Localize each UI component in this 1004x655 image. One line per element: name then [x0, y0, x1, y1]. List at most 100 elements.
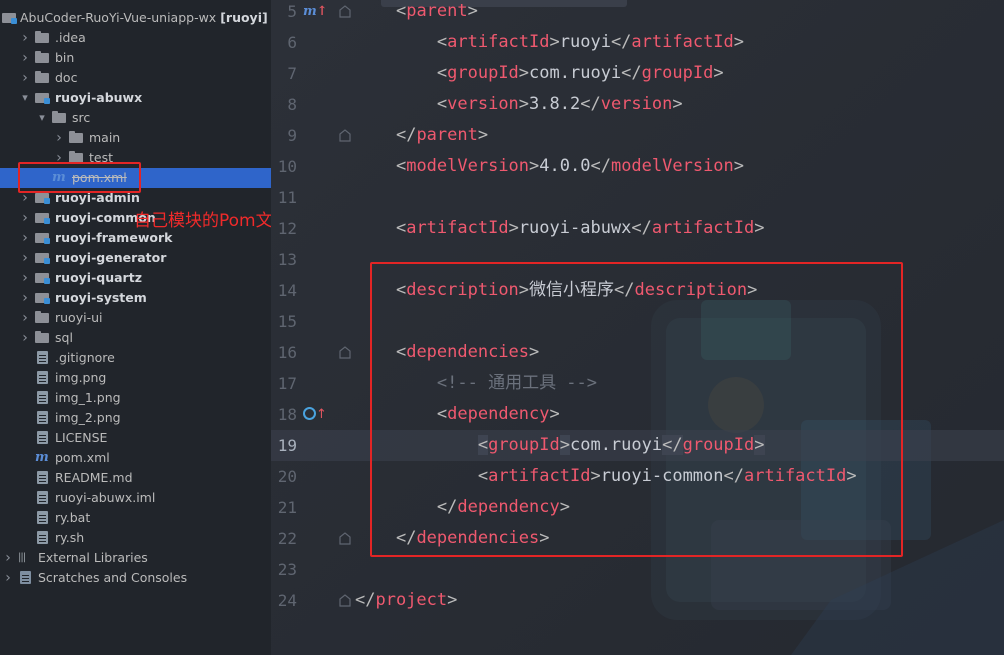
- fold-marker-icon[interactable]: [339, 532, 351, 545]
- project-tree-panel: AbuCoder-RuoYi-Vue-uniapp-wx [ruoyi] E: …: [0, 0, 271, 655]
- chevron-right-icon[interactable]: ›: [2, 568, 14, 588]
- xml-tag-name: version: [600, 94, 673, 114]
- tree-item-ruoyi-system[interactable]: › ruoyi-system: [0, 288, 271, 308]
- tree-item-img-png[interactable]: img.png: [0, 368, 271, 388]
- code-line[interactable]: 11: [271, 182, 1004, 213]
- chevron-right-icon[interactable]: ›: [2, 548, 14, 568]
- line-number: 5: [287, 2, 297, 21]
- folder-icon: [35, 31, 51, 45]
- tree-item-label: bin: [55, 50, 75, 65]
- tree-item-sql[interactable]: › sql: [0, 328, 271, 348]
- code-line[interactable]: 10 <modelVersion>4.0.0</modelVersion>: [271, 151, 1004, 182]
- xml-bracket: </: [610, 32, 632, 52]
- tree-item-bin[interactable]: › bin: [0, 48, 271, 68]
- chevron-down-icon[interactable]: ▾: [36, 108, 48, 128]
- xml-bracket: >: [477, 125, 489, 145]
- tree-item-label: External Libraries: [38, 550, 148, 565]
- tree-item-label: doc: [55, 70, 78, 85]
- tree-item-label: ruoyi-abuwx: [55, 90, 143, 105]
- tree-item-readme-md[interactable]: README.md: [0, 468, 271, 488]
- tree-item-scratches-and-consoles[interactable]: › Scratches and Consoles: [0, 568, 271, 588]
- tree-item-ruoyi-framework[interactable]: › ruoyi-framework: [0, 228, 271, 248]
- xml-text-value: ruoyi: [559, 32, 611, 52]
- code-text[interactable]: <artifactId>ruoyi</artifactId>: [355, 27, 744, 58]
- code-line[interactable]: 7 <groupId>com.ruoyi</groupId>: [271, 58, 1004, 89]
- tree-item-ruoyi-quartz[interactable]: › ruoyi-quartz: [0, 268, 271, 288]
- chevron-right-icon[interactable]: ›: [53, 128, 65, 148]
- tree-item-label: ruoyi-system: [55, 290, 147, 305]
- tree-item-label: .gitignore: [55, 350, 115, 365]
- xml-text-value: com.ruoyi: [529, 63, 622, 83]
- maven-parent-gutter-icon[interactable]: m↑: [303, 2, 328, 22]
- chevron-right-icon[interactable]: ›: [19, 208, 31, 228]
- code-text[interactable]: <version>3.8.2</version>: [355, 89, 683, 120]
- dependency-gutter-icon[interactable]: ↑: [303, 405, 327, 425]
- code-line[interactable]: 9 </parent>: [271, 120, 1004, 151]
- tree-item--idea[interactable]: › .idea: [0, 28, 271, 48]
- chevron-right-icon[interactable]: ›: [19, 308, 31, 328]
- tree-item-img-1-png[interactable]: img_1.png: [0, 388, 271, 408]
- code-text[interactable]: <groupId>com.ruoyi</groupId>: [355, 58, 724, 89]
- chevron-right-icon[interactable]: ›: [19, 48, 31, 68]
- xml-tag-name: modelVersion: [610, 156, 734, 176]
- fold-marker-icon[interactable]: [339, 594, 351, 607]
- tree-item-license[interactable]: LICENSE: [0, 428, 271, 448]
- xml-bracket: >: [733, 32, 745, 52]
- code-line[interactable]: 5 m↑ <parent>: [271, 0, 1004, 27]
- tree-root-row[interactable]: AbuCoder-RuoYi-Vue-uniapp-wx [ruoyi] E:: [0, 8, 271, 28]
- folder-icon: [35, 331, 51, 345]
- tree-item-doc[interactable]: › doc: [0, 68, 271, 88]
- code-text[interactable]: </parent>: [355, 120, 488, 151]
- xml-bracket: >: [733, 156, 745, 176]
- code-text[interactable]: <parent>: [355, 0, 478, 27]
- root-module-name: [ruoyi]: [220, 10, 268, 25]
- chevron-right-icon[interactable]: ›: [19, 68, 31, 88]
- line-number: 10: [277, 157, 297, 176]
- module-folder-icon: [35, 191, 51, 205]
- tree-item-ruoyi-abuwx-iml[interactable]: ruoyi-abuwx.iml: [0, 488, 271, 508]
- tree-item-label: ruoyi-framework: [55, 230, 173, 245]
- tree-item-ruoyi-generator[interactable]: › ruoyi-generator: [0, 248, 271, 268]
- xml-bracket: >: [713, 63, 724, 83]
- tree-item-main[interactable]: › main: [0, 128, 271, 148]
- code-line[interactable]: 8 <version>3.8.2</version>: [271, 89, 1004, 120]
- tree-item-ry-bat[interactable]: ry.bat: [0, 508, 271, 528]
- code-text[interactable]: <artifactId>ruoyi-abuwx</artifactId>: [355, 213, 765, 244]
- code-text[interactable]: <modelVersion>4.0.0</modelVersion>: [355, 151, 744, 182]
- code-line[interactable]: 12 <artifactId>ruoyi-abuwx</artifactId>: [271, 213, 1004, 244]
- tree-item-src[interactable]: ▾ src: [0, 108, 271, 128]
- fold-marker-icon[interactable]: [339, 129, 351, 142]
- chevron-right-icon[interactable]: ›: [19, 328, 31, 348]
- tree-item-ruoyi-abuwx[interactable]: ▾ ruoyi-abuwx: [0, 88, 271, 108]
- chevron-right-icon[interactable]: ›: [19, 248, 31, 268]
- fold-marker-icon[interactable]: [339, 346, 351, 359]
- module-folder-icon: [35, 271, 51, 285]
- markdown-file-icon: [35, 471, 51, 485]
- code-editor[interactable]: 5 m↑ <parent> 6 <artifactId>ruoyi</artifac…: [271, 0, 1004, 655]
- line-number: 12: [277, 219, 297, 238]
- line-number: 14: [277, 281, 297, 300]
- code-line[interactable]: 6 <artifactId>ruoyi</artifactId>: [271, 27, 1004, 58]
- tree-item-img-2-png[interactable]: img_2.png: [0, 408, 271, 428]
- tree-item-pom-xml[interactable]: m pom.xml: [0, 448, 271, 468]
- fold-marker-icon[interactable]: [339, 5, 351, 18]
- chevron-right-icon[interactable]: ›: [19, 28, 31, 48]
- chevron-right-icon[interactable]: ›: [19, 268, 31, 288]
- xml-tag-name: artifactId: [406, 218, 509, 238]
- chevron-right-icon[interactable]: ›: [19, 288, 31, 308]
- tree-item--gitignore[interactable]: .gitignore: [0, 348, 271, 368]
- code-text[interactable]: </project>: [355, 585, 457, 616]
- chevron-right-icon[interactable]: ›: [19, 228, 31, 248]
- code-line[interactable]: 23: [271, 554, 1004, 585]
- xml-bracket: </: [395, 125, 417, 145]
- tree-item-ruoyi-ui[interactable]: › ruoyi-ui: [0, 308, 271, 328]
- chevron-down-icon[interactable]: ▾: [19, 88, 31, 108]
- tree-item-external-libraries[interactable]: › ||| External Libraries: [0, 548, 271, 568]
- xml-bracket: <: [436, 32, 448, 52]
- code-line[interactable]: 24 </project>: [271, 585, 1004, 616]
- tree-item-ry-sh[interactable]: ry.sh: [0, 528, 271, 548]
